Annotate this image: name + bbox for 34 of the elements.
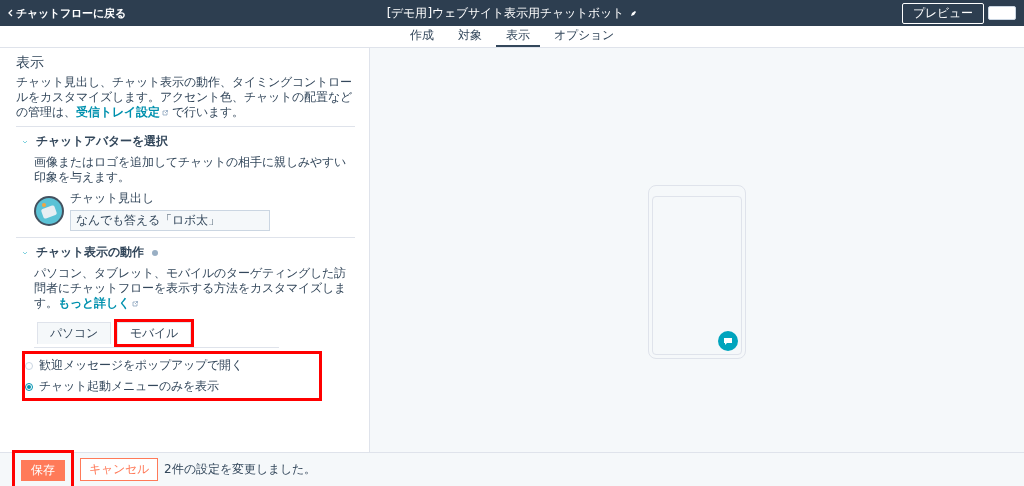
option-label: 歓迎メッセージをポップアップで開く (39, 357, 243, 374)
section-description: パソコン、タブレット、モバイルのターゲティングした訪問者にチャットフローを表示する方法をカスタマイズします。もっと詳しく (34, 266, 347, 311)
radio-option[interactable]: 歓迎メッセージをポップアップで開く (25, 357, 309, 374)
window-title: [デモ用]ウェブサイト表示用チャットボット (386, 4, 625, 22)
blank-button[interactable] (988, 6, 1016, 20)
device-tab[interactable]: パソコン (37, 322, 111, 344)
external-link-icon (162, 110, 168, 116)
info-icon (152, 249, 158, 256)
heading-input-field[interactable]: なんでも答える「ロボ太」 (70, 210, 270, 231)
tab[interactable]: 作成 (400, 26, 444, 47)
field-label: チャット見出し (70, 190, 155, 207)
panel-description: チャット見出し、チャット表示の動作、タイミングコントロールをカスタマイズします。アクセント色、チャットの配置などの管理は、受信トレイ設定 で行います。 (16, 75, 353, 120)
tab[interactable]: 対象 (448, 26, 492, 47)
section-title: チャット表示の動作 (36, 244, 144, 261)
tab[interactable]: オプション (544, 26, 624, 47)
chevron-icon[interactable] (22, 250, 28, 255)
status-text: 2件の設定を変更しました。 (164, 461, 316, 478)
preview-button[interactable]: プレビュー (902, 2, 984, 24)
chat-bubble-icon[interactable] (718, 331, 738, 351)
panel-title: 表示 (16, 54, 45, 72)
section-description: 画像またはロゴを追加してチャットの相手に親しみやすい印象を与えます。 (34, 155, 347, 185)
tab[interactable]: 表示 (496, 26, 540, 47)
learn-more-link[interactable]: もっと詳しく (58, 296, 130, 310)
radio-option[interactable]: チャット起動メニューのみを表示 (25, 378, 309, 395)
option-label: チャット起動メニューのみを表示 (39, 378, 219, 395)
back-link[interactable]: チャットフローに戻る (8, 5, 126, 21)
section-title: チャットアバターを選択 (36, 133, 168, 150)
pencil-icon[interactable] (630, 9, 638, 17)
chevron-left-icon (8, 9, 13, 17)
chevron-icon[interactable] (22, 139, 28, 144)
device-tab[interactable]: モバイル (117, 322, 191, 344)
inbox-settings-link[interactable]: 受信トレイ設定 (76, 105, 160, 119)
robot-avatar-icon (34, 195, 64, 226)
external-link-icon (132, 301, 138, 307)
